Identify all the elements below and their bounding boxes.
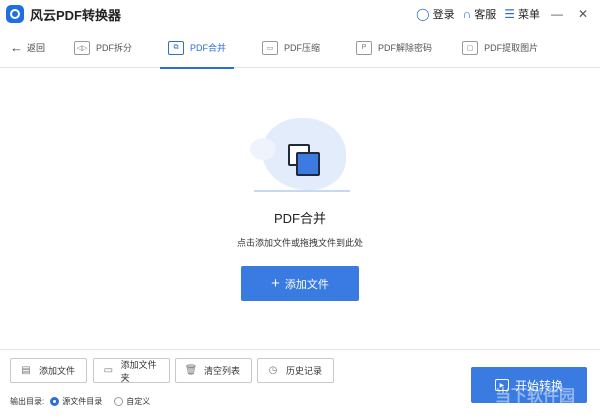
output-label: 输出目录:: [10, 396, 45, 406]
page-front-icon: [296, 152, 320, 176]
add-folder-label: 添加文件夹: [120, 359, 157, 383]
merge-illustration: [250, 112, 354, 196]
menu-icon: ☰: [504, 7, 515, 21]
merge-icon: ⧉: [168, 40, 185, 55]
close-button[interactable]: ✕: [574, 7, 592, 21]
illustration-blob-small: [250, 138, 276, 160]
login-button[interactable]: ◯ 登录: [416, 6, 454, 22]
headset-icon: ∩: [462, 7, 472, 21]
radio-unchecked-icon: [114, 396, 124, 406]
user-icon: ◯: [416, 7, 430, 21]
tab-pdf-unlock[interactable]: P PDF解除密码: [348, 28, 440, 68]
split-icon: ◁▷: [74, 40, 90, 55]
add-file-button[interactable]: ▤ 添加文件: [10, 358, 87, 383]
menu-label: 菜单: [518, 9, 540, 21]
back-button[interactable]: ← 返回: [10, 40, 60, 55]
add-folder-icon: ▭: [103, 365, 114, 376]
tab-pdf-extract-images[interactable]: ▢ PDF提取图片: [454, 28, 546, 68]
add-file-icon: ▤: [21, 365, 31, 376]
output-source-radio[interactable]: 源文件目录: [50, 396, 102, 407]
login-label: 登录: [432, 9, 455, 21]
history-icon: ◷: [268, 365, 278, 376]
title-bar: 风云PDF转换器 ◯ 登录 ∩ 客服 ☰ 菜单 — ✕: [0, 0, 600, 28]
compress-icon: ▭: [262, 40, 279, 55]
menu-button[interactable]: ☰ 菜单: [504, 6, 540, 22]
trash-icon: 🗑: [184, 365, 198, 376]
watermark-text: 当下软件园: [495, 388, 576, 405]
history-label: 历史记录: [286, 366, 323, 376]
drop-area-hint: 点击添加文件或拖拽文件到此处: [236, 238, 363, 248]
service-button[interactable]: ∩ 客服: [463, 6, 497, 22]
clear-list-label: 清空列表: [204, 366, 241, 376]
tab-label: PDF压缩: [284, 43, 321, 53]
plus-icon: +: [271, 275, 280, 292]
title-bar-actions: ◯ 登录 ∩ 客服 ☰ 菜单 — ✕: [416, 0, 592, 28]
minimize-button[interactable]: —: [548, 7, 566, 21]
app-title: 风云PDF转换器: [30, 7, 122, 23]
app-logo-icon: [6, 5, 24, 23]
add-file-main-button[interactable]: + 添加文件: [241, 266, 359, 301]
history-button[interactable]: ◷ 历史记录: [257, 358, 334, 383]
tab-label: PDF提取图片: [484, 43, 539, 53]
tab-pdf-merge[interactable]: ⧉ PDF合并: [160, 28, 235, 69]
add-folder-button[interactable]: ▭ 添加文件夹: [93, 358, 170, 383]
output-custom-radio[interactable]: 自定义: [114, 396, 150, 407]
output-source-label: 源文件目录: [62, 396, 103, 406]
unlock-icon: P: [356, 40, 373, 55]
output-custom-label: 自定义: [126, 396, 151, 406]
drop-area-title: PDF合并: [273, 211, 326, 226]
service-label: 客服: [474, 9, 497, 21]
tab-label: PDF解除密码: [378, 43, 433, 53]
back-label: 返回: [27, 43, 46, 53]
add-file-label: 添加文件: [39, 366, 76, 376]
output-directory-row: 输出目录: 源文件目录 自定义: [10, 394, 150, 408]
clear-list-button[interactable]: 🗑 清空列表: [175, 358, 252, 383]
tab-pdf-split[interactable]: ◁▷ PDF拆分: [66, 28, 140, 68]
feature-tab-bar: ← 返回 ◁▷ PDF拆分 ⧉ PDF合并 ▭ PDF压缩 P PDF解除密码 …: [0, 28, 600, 69]
radio-checked-icon: [50, 396, 60, 406]
tab-pdf-compress[interactable]: ▭ PDF压缩: [254, 28, 328, 68]
illustration-baseline: [254, 190, 350, 192]
image-extract-icon: ▢: [462, 40, 479, 55]
back-arrow-icon: ←: [10, 40, 23, 55]
tab-label: PDF合并: [190, 43, 227, 53]
add-file-main-label: 添加文件: [284, 278, 329, 291]
tab-label: PDF拆分: [96, 43, 133, 53]
bottom-divider: [0, 349, 600, 350]
